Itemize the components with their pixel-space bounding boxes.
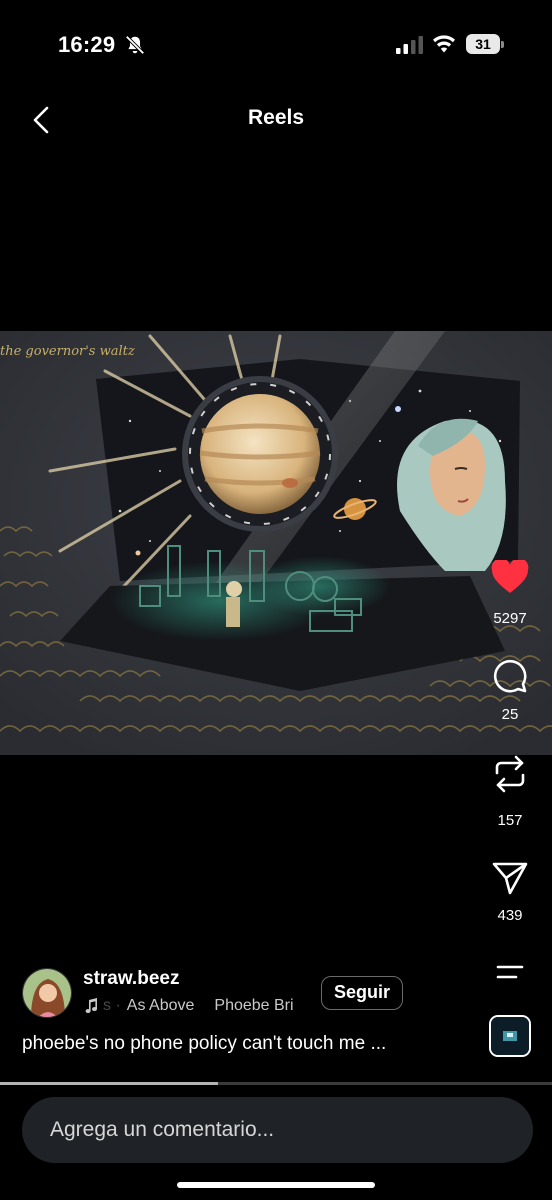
video-progress-bar[interactable] (0, 1082, 552, 1085)
battery-cap (501, 41, 504, 48)
status-time: 16:29 (58, 32, 116, 57)
music-note-icon (85, 998, 98, 1014)
avatar[interactable] (22, 968, 72, 1018)
share-button[interactable] (490, 858, 530, 898)
status-bar: 16:29 31 (0, 0, 552, 90)
music-artist: Phoebe Bri (214, 997, 294, 1014)
more-options-button[interactable] (490, 952, 530, 992)
comment-count: 25 (501, 706, 519, 723)
artwork-handwritten-text: the governor's waltz (0, 344, 135, 359)
repost-icon (495, 755, 525, 793)
comment-icon (493, 659, 527, 693)
follow-button[interactable]: Seguir (321, 976, 403, 1010)
comment-input[interactable]: Agrega un comentario... (22, 1097, 533, 1163)
repost-button[interactable] (490, 754, 530, 794)
reel-video[interactable]: the governor's waltz (0, 331, 552, 755)
menu-lines-icon (496, 965, 524, 979)
music-info[interactable]: s · As Above Phoebe Bri (83, 995, 305, 1017)
video-progress-fill (0, 1082, 219, 1085)
comment-button[interactable] (490, 656, 530, 696)
avatar-image (23, 969, 71, 1017)
battery-indicator: 31 (466, 34, 504, 54)
share-count: 439 (497, 907, 523, 924)
username[interactable]: straw.beez (83, 968, 179, 990)
audio-cover-image (491, 1017, 529, 1055)
comment-placeholder: Agrega un comentario... (50, 1118, 275, 1141)
post-caption[interactable]: phoebe's no phone policy can't touch me … (22, 1033, 386, 1055)
repost-count: 157 (497, 812, 523, 829)
paper-plane-icon (492, 862, 528, 895)
like-button[interactable] (490, 557, 530, 597)
bell-off-icon (125, 35, 145, 55)
wifi-icon (433, 35, 455, 53)
music-track: As Above (126, 997, 195, 1014)
heart-icon (491, 560, 529, 593)
battery-level: 31 (466, 34, 500, 54)
signal-icon (396, 36, 423, 54)
page-title: Reels (247, 106, 305, 129)
music-prefix: s · (103, 997, 121, 1014)
concert-illustration: the governor's waltz (0, 331, 552, 755)
audio-thumbnail[interactable] (489, 1015, 531, 1057)
home-indicator (177, 1182, 375, 1188)
like-count: 5297 (493, 610, 527, 627)
